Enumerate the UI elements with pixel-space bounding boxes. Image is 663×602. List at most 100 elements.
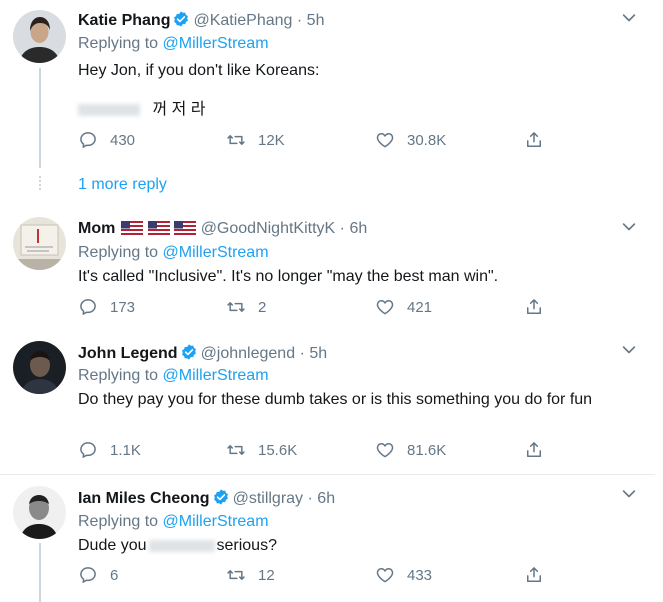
like-icon <box>375 297 395 317</box>
display-name[interactable]: John Legend <box>78 345 178 362</box>
display-name[interactable]: Ian Miles Cheong <box>78 490 210 507</box>
reply-icon <box>78 440 98 460</box>
tweet-john-legend[interactable]: John Legend @johnlegend · 5h Replying to … <box>0 330 655 475</box>
tweet-katie-phang[interactable]: Katie Phang @KatiePhang · 5h Replying to … <box>0 0 655 207</box>
replying-to-link[interactable]: @MillerStream <box>163 367 269 384</box>
reply-count: 1.1K <box>110 441 141 459</box>
handle[interactable]: @johnlegend <box>201 345 296 362</box>
more-replies-link[interactable]: 1 more reply <box>78 176 167 194</box>
share-button[interactable] <box>524 440 556 460</box>
tweet-text-line2: 꺼 저 라 <box>78 99 623 120</box>
retweet-count: 12K <box>258 131 285 149</box>
tweet-text-end: serious? <box>216 537 277 554</box>
avatar[interactable] <box>13 217 66 270</box>
tweet-text: Dude you serious? <box>78 535 623 556</box>
korean-text: 꺼 저 라 <box>152 101 206 118</box>
share-button[interactable] <box>524 130 556 150</box>
verified-badge-icon <box>212 488 230 506</box>
like-count: 421 <box>407 298 433 316</box>
share-button[interactable] <box>524 297 556 317</box>
replying-label: Replying to <box>78 513 159 530</box>
chevron-down-icon[interactable] <box>619 340 639 360</box>
share-icon <box>524 440 544 460</box>
display-name[interactable]: Katie Phang <box>78 12 170 29</box>
chevron-down-icon[interactable] <box>619 217 639 237</box>
redacted-text <box>148 539 215 552</box>
tweet-text-start: Dude you <box>78 537 147 554</box>
like-button[interactable]: 433 <box>375 565 432 585</box>
retweet-button[interactable]: 15.6K <box>226 440 297 460</box>
tweet-header: John Legend @johnlegend · 5h <box>78 343 327 363</box>
like-icon <box>375 565 395 585</box>
retweet-button[interactable]: 2 <box>226 297 266 317</box>
reply-icon <box>78 130 98 150</box>
replying-to: Replying to @MillerStream <box>78 513 269 531</box>
replying-to: Replying to @MillerStream <box>78 244 269 262</box>
tweet-header: Ian Miles Cheong @stillgray · 6h <box>78 488 335 508</box>
like-count: 81.6K <box>407 441 447 459</box>
timestamp[interactable]: · 6h <box>308 490 336 507</box>
share-icon <box>524 565 544 585</box>
share-button[interactable] <box>524 565 556 585</box>
replying-label: Replying to <box>78 244 159 261</box>
retweet-count: 12 <box>258 566 275 584</box>
like-button[interactable]: 421 <box>375 297 432 317</box>
handle[interactable]: @stillgray <box>233 490 303 507</box>
tweet-header: Katie Phang @KatiePhang · 5h <box>78 10 324 30</box>
chevron-down-icon[interactable] <box>619 484 639 504</box>
like-button[interactable]: 30.8K <box>375 130 446 150</box>
retweet-icon <box>226 565 246 585</box>
display-name[interactable]: Mom <box>78 220 115 237</box>
like-count: 433 <box>407 566 433 584</box>
tweet-text: Do they pay you for these dumb takes or … <box>78 391 593 408</box>
tweet-mom[interactable]: Mom @GoodNightKittyK · 6h Replying to @M… <box>0 206 655 331</box>
tweet-header: Mom @GoodNightKittyK · 6h <box>78 220 367 240</box>
handle[interactable]: @GoodNightKittyK <box>201 220 336 237</box>
reply-count: 430 <box>110 131 136 149</box>
handle[interactable]: @KatiePhang <box>193 12 292 29</box>
tweet-actions: 6 12 433 <box>78 565 638 589</box>
reply-count: 173 <box>110 298 136 316</box>
reply-button[interactable]: 430 <box>78 130 135 150</box>
avatar[interactable] <box>13 10 66 63</box>
tweet-ian-miles-cheong[interactable]: Ian Miles Cheong @stillgray · 6h Replying… <box>0 475 655 602</box>
redacted-text <box>78 103 140 116</box>
thread-dots <box>39 176 41 190</box>
us-flag-icon <box>148 221 170 235</box>
us-flag-icon <box>121 221 143 235</box>
like-button[interactable]: 81.6K <box>375 440 446 460</box>
replying-to: Replying to @MillerStream <box>78 35 269 53</box>
timestamp[interactable]: · 6h <box>340 220 368 237</box>
retweet-count: 2 <box>258 298 267 316</box>
us-flag-icon <box>174 221 196 235</box>
reply-button[interactable]: 1.1K <box>78 440 141 460</box>
retweet-icon <box>226 440 246 460</box>
avatar[interactable] <box>13 341 66 394</box>
retweet-button[interactable]: 12K <box>226 130 285 150</box>
tweet-actions: 173 2 421 <box>78 297 638 321</box>
like-icon <box>375 440 395 460</box>
retweet-icon <box>226 130 246 150</box>
replying-label: Replying to <box>78 367 159 384</box>
share-icon <box>524 297 544 317</box>
reply-button[interactable]: 6 <box>78 565 118 585</box>
reply-button[interactable]: 173 <box>78 297 135 317</box>
flags <box>121 221 196 240</box>
verified-badge-icon <box>180 343 198 361</box>
replying-to-link[interactable]: @MillerStream <box>163 244 269 261</box>
avatar[interactable] <box>13 486 66 539</box>
replying-to-link[interactable]: @MillerStream <box>163 35 269 52</box>
tweet-text: It's called "Inclusive". It's no longer … <box>78 268 499 285</box>
reply-icon <box>78 297 98 317</box>
chevron-down-icon[interactable] <box>619 8 639 28</box>
timestamp[interactable]: · 5h <box>297 12 325 29</box>
replying-label: Replying to <box>78 35 159 52</box>
replying-to-link[interactable]: @MillerStream <box>163 513 269 530</box>
tweet-actions: 1.1K 15.6K 81.6K <box>78 440 638 464</box>
thread-line <box>39 543 41 602</box>
retweet-button[interactable]: 12 <box>226 565 275 585</box>
timestamp[interactable]: · 5h <box>300 345 328 362</box>
tweet-actions: 430 12K 30.8K <box>78 130 638 154</box>
thread-line <box>39 68 41 168</box>
retweet-count: 15.6K <box>258 441 298 459</box>
